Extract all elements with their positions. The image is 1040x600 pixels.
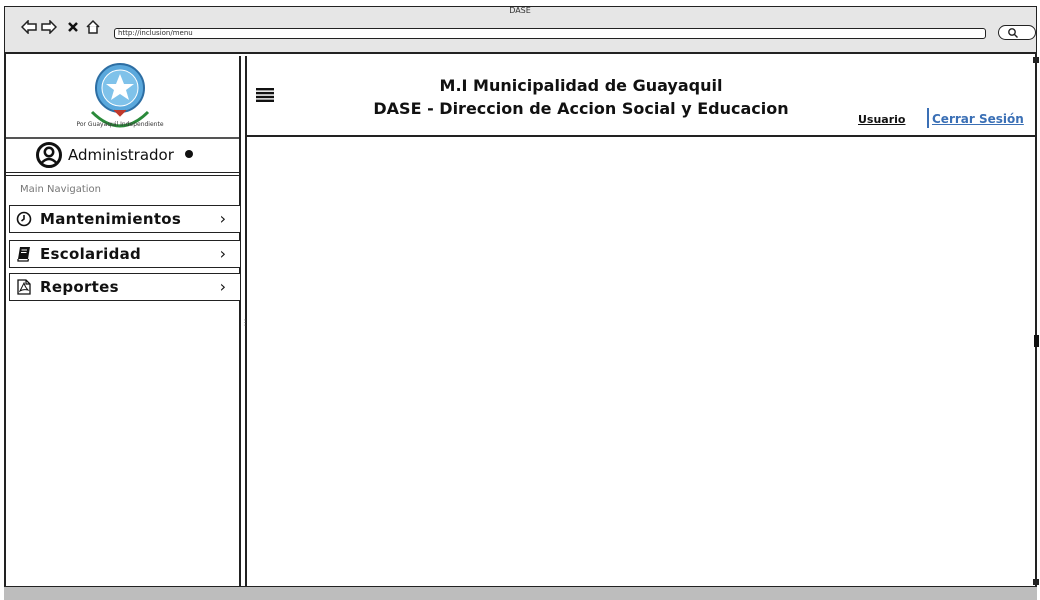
- address-url: http://inclusion/menu: [118, 29, 193, 37]
- status-bar: [4, 586, 1037, 600]
- clock-icon: [16, 211, 32, 227]
- search-icon: [1008, 28, 1018, 38]
- close-icon[interactable]: [64, 18, 82, 36]
- pdf-icon: [17, 279, 31, 295]
- home-icon[interactable]: [84, 18, 102, 36]
- chevron-right-icon: ›: [219, 277, 226, 296]
- splitter-handle[interactable]: ⋮: [241, 318, 249, 327]
- scroll-up-arrow[interactable]: [1033, 57, 1039, 63]
- online-status-dot: [185, 150, 193, 158]
- link-separator: [927, 108, 929, 128]
- page-subtitle-text: DASE - Direccion de Accion Social y Educ…: [373, 99, 789, 118]
- user-avatar-icon: [36, 142, 62, 168]
- scrollbar-thumb[interactable]: [1034, 335, 1039, 347]
- page-title: M.I Municipalidad de Guayaquil: [247, 76, 1035, 95]
- sidebar-item-label: Mantenimientos: [40, 210, 182, 228]
- page-subtitle: DASE - Direccion de Accion Social y Educ…: [247, 99, 1035, 118]
- forward-icon[interactable]: [40, 18, 58, 36]
- user-panel: Administrador: [6, 138, 239, 172]
- sidebar-item-label: Reportes: [40, 278, 119, 296]
- scroll-down-arrow[interactable]: [1033, 579, 1039, 585]
- sidebar-item-reportes[interactable]: Reportes ›: [9, 273, 241, 301]
- user-name: Administrador: [68, 146, 174, 164]
- page-title-text: M.I Municipalidad de Guayaquil: [439, 76, 723, 95]
- back-icon[interactable]: [20, 18, 38, 36]
- chevron-right-icon: ›: [219, 244, 226, 263]
- sidebar-item-label: Escolaridad: [40, 245, 142, 263]
- sidebar-item-escolaridad[interactable]: Escolaridad ›: [9, 240, 241, 268]
- frame-border-left: [4, 54, 6, 586]
- frame-border-right: [1035, 54, 1037, 586]
- header-divider: [247, 135, 1035, 137]
- window-title: DASE: [509, 6, 531, 15]
- book-icon: [17, 247, 30, 262]
- nav-section-header: Main Navigation: [20, 184, 101, 195]
- user-link[interactable]: Usuario: [858, 113, 906, 126]
- address-bar[interactable]: http://inclusion/menu: [114, 28, 986, 39]
- logo-caption: Por Guayaquil Independiente: [76, 121, 163, 128]
- search-button[interactable]: [998, 25, 1036, 40]
- municipality-logo: Por Guayaquil Independiente: [76, 63, 164, 128]
- chevron-right-icon: ›: [219, 209, 226, 228]
- logout-link[interactable]: Cerrar Sesión: [932, 112, 1024, 126]
- divider: [6, 172, 239, 176]
- sidebar-item-mantenimientos[interactable]: Mantenimientos ›: [9, 205, 241, 233]
